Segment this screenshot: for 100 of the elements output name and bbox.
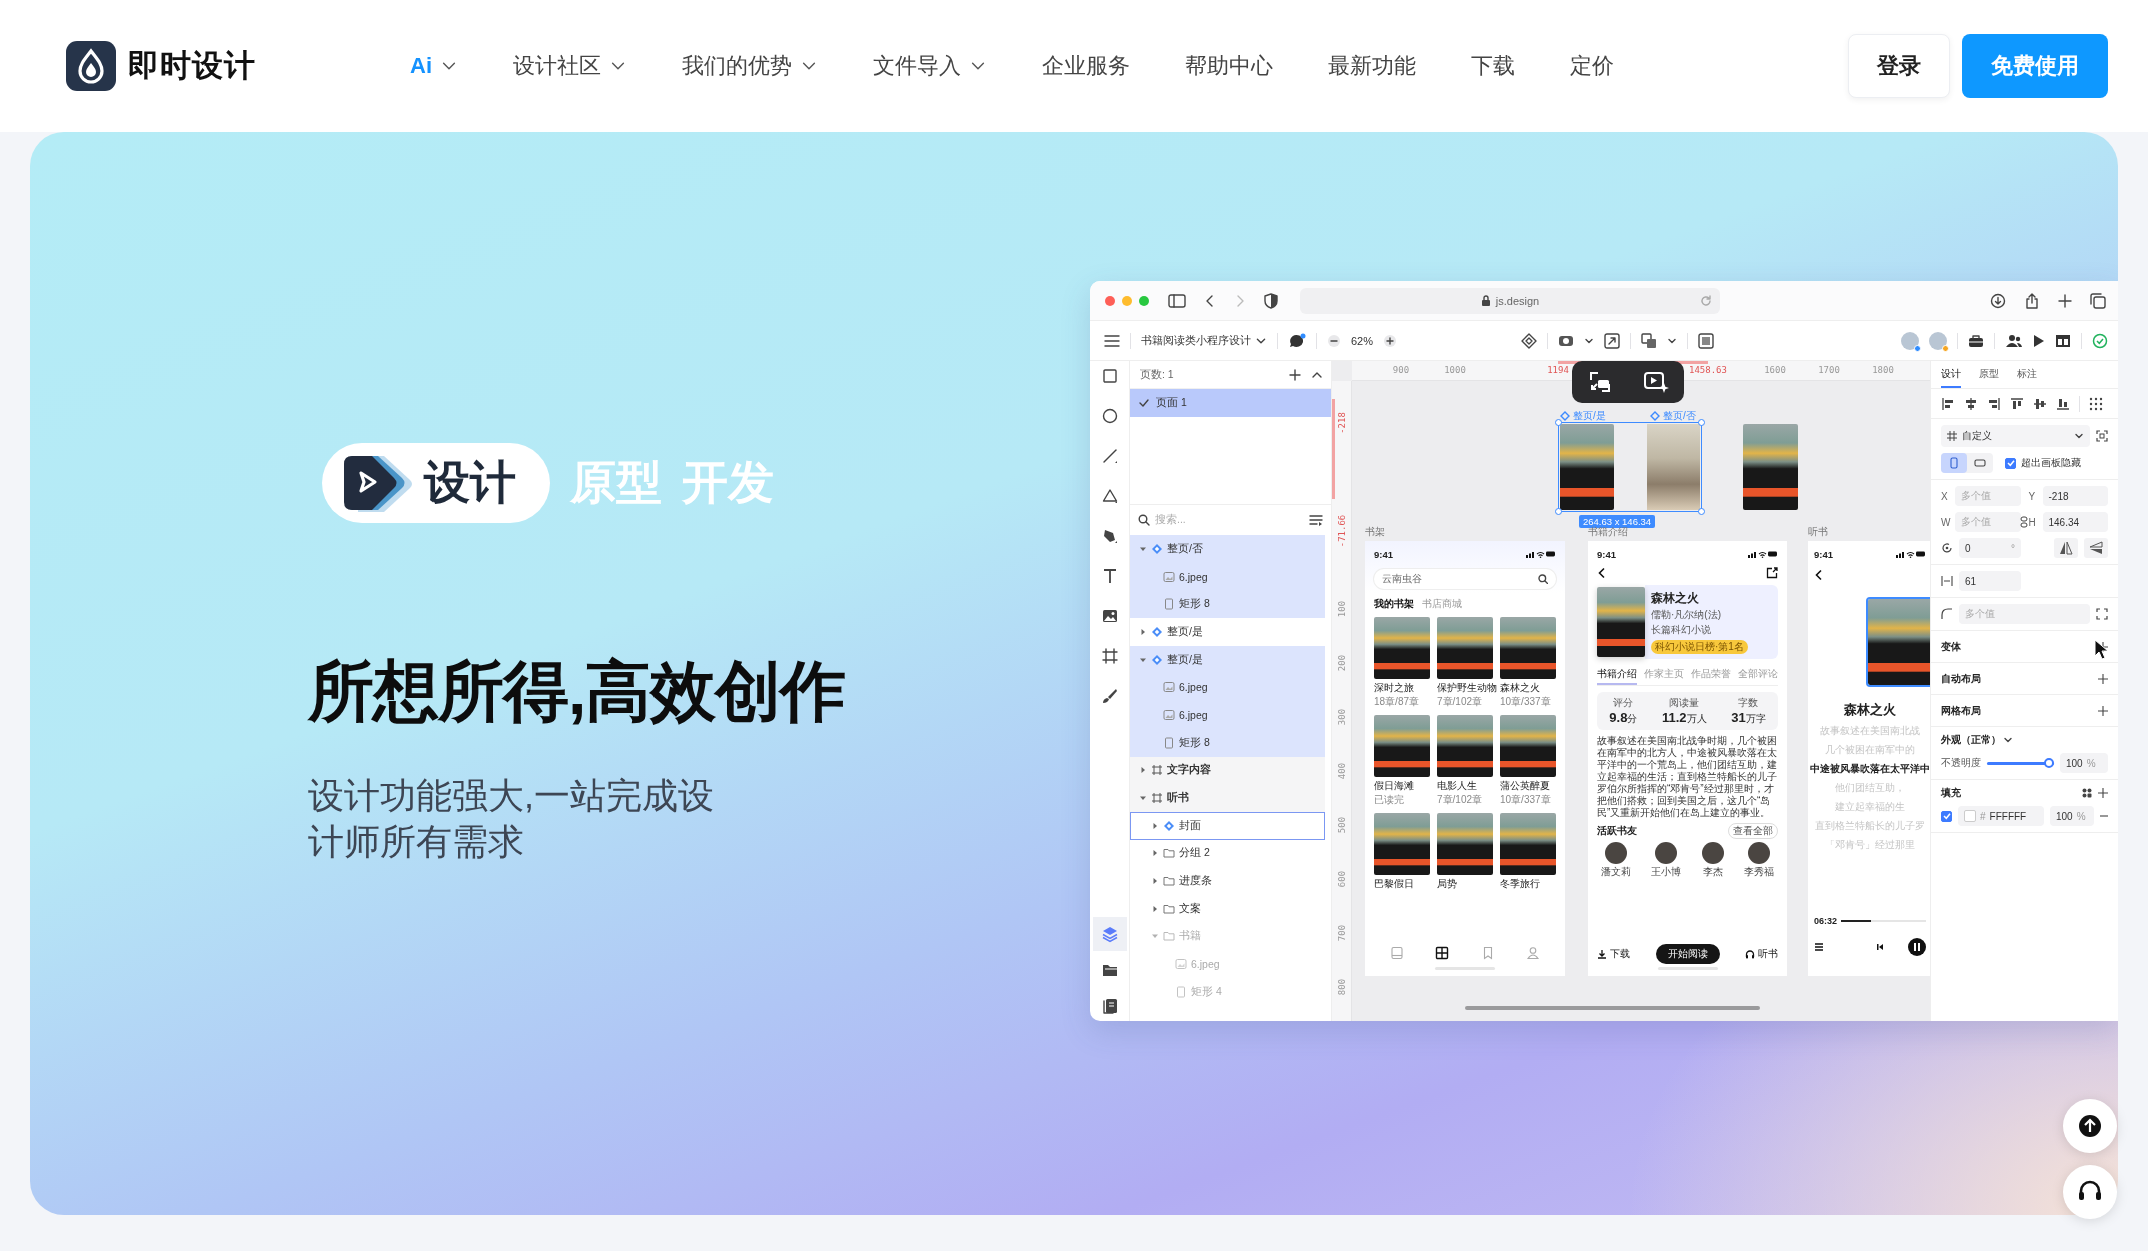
people-icon[interactable] bbox=[2005, 333, 2023, 348]
align-icon[interactable] bbox=[1987, 396, 2001, 411]
flip-vertical-icon[interactable] bbox=[2084, 538, 2108, 558]
file-name-dropdown[interactable]: 书籍阅读类小程序设计 bbox=[1141, 333, 1267, 348]
book-title[interactable]: 假日海滩 bbox=[1374, 779, 1430, 793]
align-icon[interactable] bbox=[2010, 396, 2024, 411]
check-circle-icon[interactable] bbox=[2092, 332, 2108, 349]
nav-link[interactable]: 最新功能 bbox=[1328, 51, 1416, 81]
frame-icon[interactable] bbox=[1698, 332, 1715, 349]
list-icon[interactable] bbox=[1814, 942, 1824, 952]
login-button[interactable]: 登录 bbox=[1848, 34, 1950, 98]
layer-row[interactable]: 文案 bbox=[1130, 894, 1325, 923]
play-icon[interactable] bbox=[2033, 333, 2045, 348]
checkbox[interactable] bbox=[2005, 457, 2016, 469]
layer-row[interactable]: 听书 bbox=[1130, 784, 1325, 812]
component-icon[interactable] bbox=[1521, 332, 1538, 349]
nav-link[interactable]: 定价 bbox=[1570, 51, 1614, 81]
nav-link[interactable]: 企业服务 bbox=[1042, 51, 1130, 81]
layer-row[interactable]: 整页/是 bbox=[1130, 618, 1325, 646]
zoom-in-icon[interactable] bbox=[1383, 333, 1398, 348]
previous-icon[interactable] bbox=[1876, 943, 1884, 951]
download-button[interactable]: 下载 bbox=[1597, 947, 1630, 961]
ellipse-tool-icon[interactable] bbox=[1100, 407, 1119, 425]
styles-icon[interactable] bbox=[2082, 788, 2092, 798]
menu-icon[interactable] bbox=[1104, 333, 1120, 348]
input-field[interactable]: 61 bbox=[1959, 571, 2021, 591]
caret-right-icon[interactable] bbox=[1151, 904, 1159, 913]
input-field[interactable]: -218 bbox=[2042, 486, 2108, 506]
headset-icon[interactable] bbox=[2062, 1164, 2118, 1220]
play-sparkle-icon[interactable] bbox=[1642, 370, 1669, 394]
tab[interactable]: 原型 bbox=[1979, 361, 1999, 388]
tab[interactable]: 我的书架 bbox=[1374, 597, 1414, 611]
rectangle-tool-icon[interactable] bbox=[1100, 367, 1119, 385]
portrait-toggle[interactable] bbox=[1941, 453, 1967, 473]
share-icon[interactable] bbox=[1766, 567, 1778, 579]
nav-link[interactable]: 设计社区 bbox=[513, 51, 627, 81]
boolean-icon[interactable] bbox=[1641, 332, 1658, 349]
avatar[interactable] bbox=[1901, 331, 1919, 350]
triangle-tool-icon[interactable] bbox=[1100, 487, 1119, 505]
download-icon[interactable] bbox=[1990, 292, 2006, 309]
scroll-to-top-icon[interactable] bbox=[2062, 1098, 2118, 1154]
resize-handle[interactable] bbox=[1555, 419, 1562, 426]
image-tool-icon[interactable] bbox=[1100, 607, 1119, 625]
layer-row[interactable]: 进度条 bbox=[1130, 867, 1325, 895]
caret-right-icon[interactable] bbox=[1151, 821, 1159, 830]
align-icon[interactable] bbox=[2056, 396, 2070, 411]
resize-handle[interactable] bbox=[1698, 508, 1705, 515]
align-icon[interactable] bbox=[1964, 396, 1978, 411]
nav-link[interactable]: 下载 bbox=[1471, 51, 1515, 81]
caret-right-icon[interactable] bbox=[1139, 627, 1147, 636]
sidebar-icon[interactable] bbox=[1168, 293, 1186, 308]
color-field[interactable]: # FFFFFF bbox=[1958, 806, 2044, 826]
link-icon[interactable] bbox=[2019, 516, 2028, 528]
back-icon[interactable] bbox=[1814, 569, 1824, 581]
layer-row[interactable]: 6.jpeg bbox=[1130, 701, 1325, 729]
grid-icon[interactable] bbox=[1435, 946, 1450, 960]
layer-row[interactable]: 矩形 8 bbox=[1130, 590, 1325, 619]
pause-button-icon[interactable] bbox=[1908, 938, 1926, 956]
tab[interactable]: 书籍介绍 bbox=[1597, 667, 1637, 685]
layer-row[interactable]: 文字内容 bbox=[1130, 756, 1325, 785]
plus-icon[interactable] bbox=[2058, 293, 2072, 308]
book-title[interactable]: 电影人生 bbox=[1437, 779, 1493, 793]
nav-link[interactable]: 我们的优势 bbox=[682, 51, 818, 81]
input-field[interactable]: 146.34 bbox=[2042, 512, 2108, 532]
nav-link[interactable]: 帮助中心 bbox=[1185, 51, 1273, 81]
filter-icon[interactable] bbox=[1309, 514, 1323, 526]
layout-icon[interactable] bbox=[2055, 333, 2071, 348]
library-icon[interactable] bbox=[1100, 997, 1119, 1015]
logo-icon[interactable] bbox=[66, 41, 116, 91]
align-icon[interactable] bbox=[2033, 396, 2047, 411]
input-field[interactable]: 0 ° bbox=[1959, 538, 2021, 558]
layer-row[interactable]: 6.jpeg bbox=[1130, 562, 1325, 591]
scrollbar[interactable] bbox=[1465, 1006, 1760, 1010]
brand-name[interactable]: 即时设计 bbox=[128, 45, 256, 87]
flip-horizontal-icon[interactable] bbox=[2054, 538, 2078, 558]
tab[interactable]: 标注 bbox=[2017, 361, 2037, 388]
address-bar[interactable]: js.design bbox=[1300, 287, 1720, 314]
preset-dropdown[interactable]: 自定义 bbox=[1941, 425, 2090, 447]
caret-right-icon[interactable] bbox=[1151, 877, 1159, 886]
caret-right-icon[interactable] bbox=[1139, 766, 1147, 775]
distribute-grid-icon[interactable] bbox=[2089, 396, 2103, 411]
resize-handle[interactable] bbox=[1698, 419, 1705, 426]
book-title[interactable]: 冬季旅行 bbox=[1500, 877, 1556, 891]
clip-content-checkbox[interactable]: 超出画板隐藏 bbox=[2005, 456, 2081, 470]
book-title[interactable]: 蒲公英醉夏 bbox=[1500, 779, 1556, 793]
book-title[interactable]: 巴黎假日 bbox=[1374, 877, 1430, 891]
checkbox[interactable] bbox=[1941, 810, 1952, 822]
layer-row[interactable]: 分组 2 bbox=[1130, 839, 1325, 868]
tabs-icon[interactable] bbox=[2090, 292, 2106, 309]
frame-tool-icon[interactable] bbox=[1100, 647, 1119, 665]
book-title[interactable]: 局势 bbox=[1437, 877, 1493, 891]
mode-tab[interactable]: 设计 bbox=[322, 443, 550, 523]
layer-row[interactable]: 整页/否 bbox=[1130, 535, 1325, 563]
remove-icon[interactable] bbox=[2100, 812, 2108, 820]
back-icon[interactable] bbox=[1597, 567, 1607, 579]
caret-right-icon[interactable] bbox=[1151, 849, 1159, 858]
resize-icon[interactable] bbox=[1604, 332, 1621, 349]
appearance-dropdown[interactable]: 外观（正常） bbox=[1941, 733, 2013, 747]
start-reading-button[interactable]: 开始阅读 bbox=[1655, 944, 1720, 964]
brush-tool-icon[interactable] bbox=[1100, 687, 1119, 705]
